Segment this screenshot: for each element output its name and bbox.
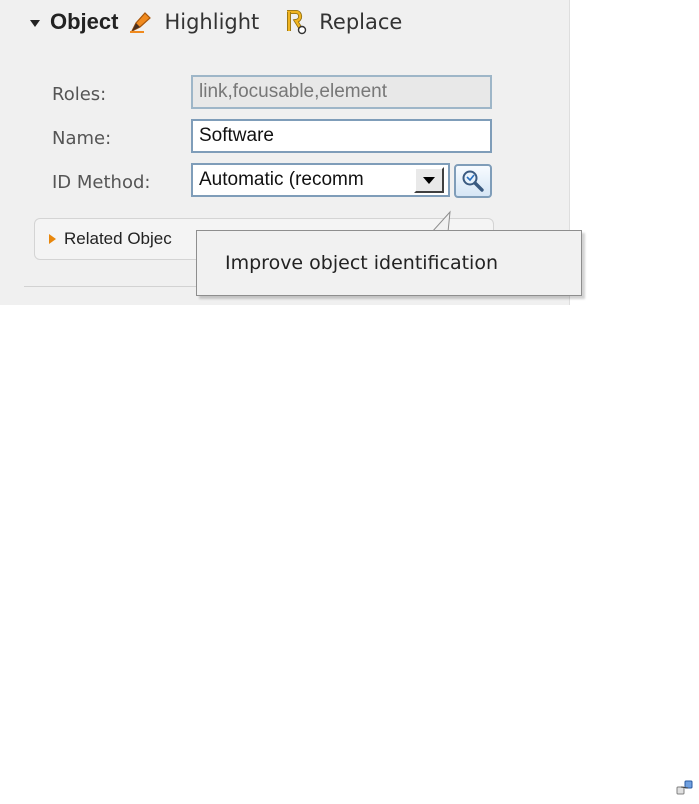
magnifier-icon xyxy=(462,170,484,192)
triangle-right-icon xyxy=(49,234,56,244)
highlight-button[interactable]: Highlight xyxy=(128,9,259,35)
object-panel-title[interactable]: Object xyxy=(50,9,118,35)
replace-icon xyxy=(283,9,309,35)
id-method-select[interactable]: Automatic (recomm xyxy=(191,163,450,197)
name-field[interactable]: Software xyxy=(191,119,492,153)
improve-identification-tooltip: Improve object identification xyxy=(196,230,582,296)
object-panel-header: Object Highlight Replace xyxy=(30,4,426,40)
name-label: Name: xyxy=(52,128,112,149)
related-objects-label: Related Objec xyxy=(64,229,172,248)
highlight-label: Highlight xyxy=(164,10,260,34)
roles-field: link,focusable,element xyxy=(191,75,492,109)
tooltip-tail xyxy=(431,210,451,232)
roles-label: Roles: xyxy=(52,84,107,105)
chevron-down-icon xyxy=(423,176,435,184)
network-icon[interactable] xyxy=(676,780,694,796)
collapse-triangle-icon[interactable] xyxy=(30,19,40,27)
tooltip-text: Improve object identification xyxy=(225,252,499,274)
replace-label: Replace xyxy=(319,10,403,34)
improve-identification-button[interactable] xyxy=(454,164,492,198)
id-method-label: ID Method: xyxy=(52,172,151,193)
replace-button[interactable]: Replace xyxy=(283,9,402,35)
id-method-dropdown-button[interactable] xyxy=(414,167,444,193)
highlighter-pen-icon xyxy=(128,9,154,35)
